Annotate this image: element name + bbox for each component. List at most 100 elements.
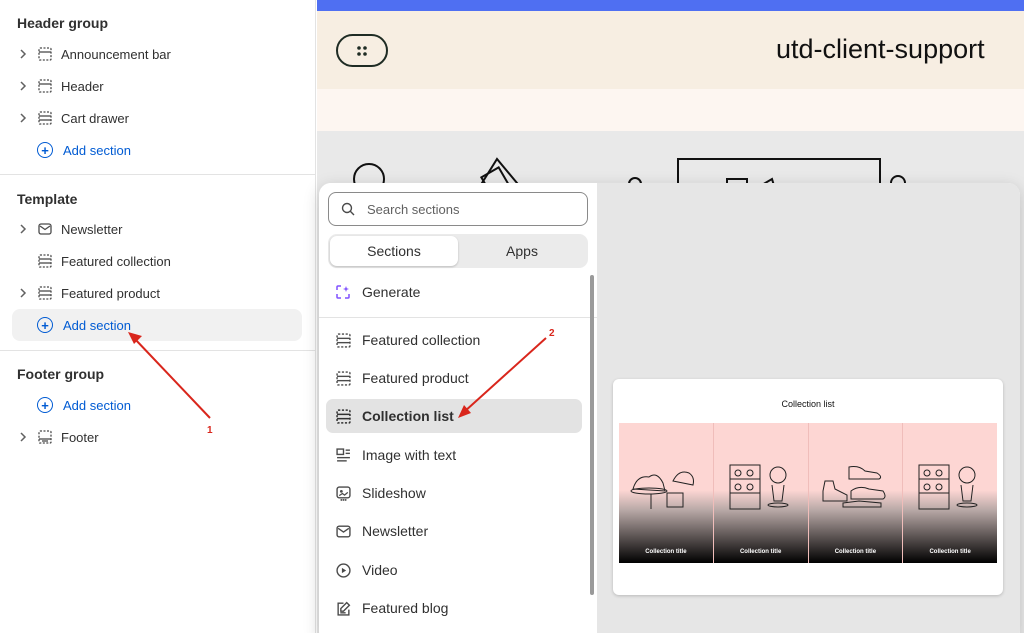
section-icon: [34, 110, 56, 126]
section-option-label: Image with text: [362, 447, 457, 463]
section-option-video[interactable]: Video: [326, 553, 582, 587]
collection-tile: Collection title: [903, 423, 997, 563]
collection-tile-title: Collection title: [834, 549, 877, 555]
sidebar-item-label: Cart drawer: [61, 110, 129, 126]
chevron-right-icon[interactable]: [12, 288, 34, 298]
generate-label: Generate: [362, 284, 421, 300]
collection-tile-title: Collection title: [739, 549, 782, 555]
section-option-featured-blog[interactable]: Featured blog: [326, 591, 582, 625]
divider: [0, 174, 316, 175]
section-option-label: Collection list: [362, 408, 454, 424]
section-icon: [334, 369, 352, 387]
section-option-slideshow[interactable]: Slideshow: [326, 476, 582, 510]
theme-sections-sidebar: Header group Announcement bar Header Car…: [0, 0, 316, 633]
sidebar-item-cart-drawer[interactable]: Cart drawer: [12, 102, 302, 134]
add-section-label: Add section: [63, 317, 131, 333]
sidebar-item-label: Header: [61, 78, 104, 94]
add-section-popover: Search sections Sections Apps Generate F…: [319, 183, 1020, 633]
add-section-label: Add section: [63, 142, 131, 158]
annotation-number-2: 2: [549, 328, 555, 339]
generate-button[interactable]: Generate: [326, 275, 582, 309]
sidebar-item-footer[interactable]: Footer: [12, 421, 302, 453]
tab-sections[interactable]: Sections: [330, 236, 458, 266]
sidebar-item-label: Featured product: [61, 285, 161, 301]
chevron-right-icon[interactable]: [12, 432, 34, 442]
section-option-featured-collection[interactable]: Featured collection: [326, 323, 582, 357]
announcement-bar-preview: [317, 0, 1024, 11]
section-icon: [334, 407, 352, 425]
section-option-label: Slideshow: [362, 485, 426, 501]
add-section-label: Add section: [63, 397, 131, 413]
template-group-title: Template: [17, 191, 78, 207]
chevron-right-icon[interactable]: [12, 81, 34, 91]
footer-group-title: Footer group: [17, 366, 105, 382]
collection-tile: Collection title: [619, 423, 714, 563]
search-icon: [341, 202, 355, 216]
section-option-label: Video: [362, 562, 398, 578]
add-circle-icon: +: [37, 317, 53, 333]
collection-tile-title: Collection title: [929, 549, 971, 555]
section-option-collection-list[interactable]: Collection list: [326, 399, 582, 433]
section-icon: [334, 331, 352, 349]
mail-icon: [34, 221, 56, 237]
add-circle-icon: +: [37, 397, 53, 413]
sidebar-item-featured-product[interactable]: Featured product: [12, 277, 302, 309]
store-subheader-preview: [317, 89, 1024, 131]
add-section-button-header-group[interactable]: + Add section: [12, 134, 302, 166]
dots-grid-icon: [357, 45, 367, 56]
sidebar-item-label: Announcement bar: [61, 46, 171, 62]
tab-apps[interactable]: Apps: [458, 236, 586, 266]
sidebar-item-newsletter[interactable]: Newsletter: [12, 213, 302, 245]
add-section-button-template[interactable]: + Add section: [12, 309, 302, 341]
scrollbar[interactable]: [590, 275, 594, 595]
search-input[interactable]: Search sections: [328, 192, 588, 226]
eyewear-illustration: [918, 464, 978, 510]
sidebar-item-label: Newsletter: [61, 221, 123, 237]
hats-illustration: [630, 471, 694, 509]
add-circle-icon: +: [37, 142, 53, 158]
chevron-right-icon[interactable]: [12, 49, 34, 59]
search-placeholder: Search sections: [367, 201, 460, 217]
section-option-label: Newsletter: [362, 523, 429, 539]
preview-card-title: Collection list: [781, 399, 835, 409]
sparkle-generate-icon: [334, 283, 352, 301]
annotation-number-1: 1: [207, 425, 213, 436]
menu-button[interactable]: [336, 34, 388, 67]
section-option-featured-product[interactable]: Featured product: [326, 361, 582, 395]
section-icon: [34, 253, 56, 269]
sidebar-item-announcement-bar[interactable]: Announcement bar: [12, 38, 302, 70]
sidebar-item-label: Footer: [61, 429, 99, 445]
slideshow-icon: [334, 484, 352, 502]
section-icon: [34, 46, 56, 62]
sidebar-item-label: Featured collection: [61, 253, 171, 269]
chevron-right-icon[interactable]: [12, 113, 34, 123]
divider: [319, 317, 597, 318]
collection-tile: Collection title: [808, 423, 904, 563]
section-tabs: Sections Apps: [328, 234, 588, 268]
play-icon: [334, 561, 352, 579]
section-icon: [34, 285, 56, 301]
blog-icon: [334, 599, 352, 617]
sidebar-item-header[interactable]: Header: [12, 70, 302, 102]
add-section-button-footer-group[interactable]: + Add section: [12, 389, 302, 421]
image-text-icon: [334, 446, 352, 464]
section-option-newsletter[interactable]: Newsletter: [326, 514, 582, 548]
section-icon: [34, 78, 56, 94]
mail-icon: [334, 522, 352, 540]
footer-icon: [34, 429, 56, 445]
section-list-pane: Search sections Sections Apps Generate F…: [319, 183, 597, 633]
collection-tiles: Collection title Collection title Collec…: [619, 423, 997, 563]
chevron-right-icon[interactable]: [12, 224, 34, 234]
collection-list-preview-card: Collection list Collection title Collect…: [613, 379, 1003, 595]
store-title: utd-client-support: [776, 34, 985, 64]
section-option-label: Featured collection: [362, 332, 481, 348]
collection-tile: Collection title: [713, 423, 809, 563]
section-option-label: Featured product: [362, 370, 469, 386]
collection-tile-title: Collection title: [645, 549, 687, 555]
shoes-illustration: [822, 466, 885, 508]
section-option-image-with-text[interactable]: Image with text: [326, 438, 582, 472]
sidebar-item-featured-collection[interactable]: Featured collection: [12, 245, 302, 277]
store-header-preview: utd-client-support: [317, 11, 1024, 89]
section-option-label: Featured blog: [362, 600, 449, 616]
section-preview-pane: Collection list Collection title Collect…: [597, 183, 1020, 633]
